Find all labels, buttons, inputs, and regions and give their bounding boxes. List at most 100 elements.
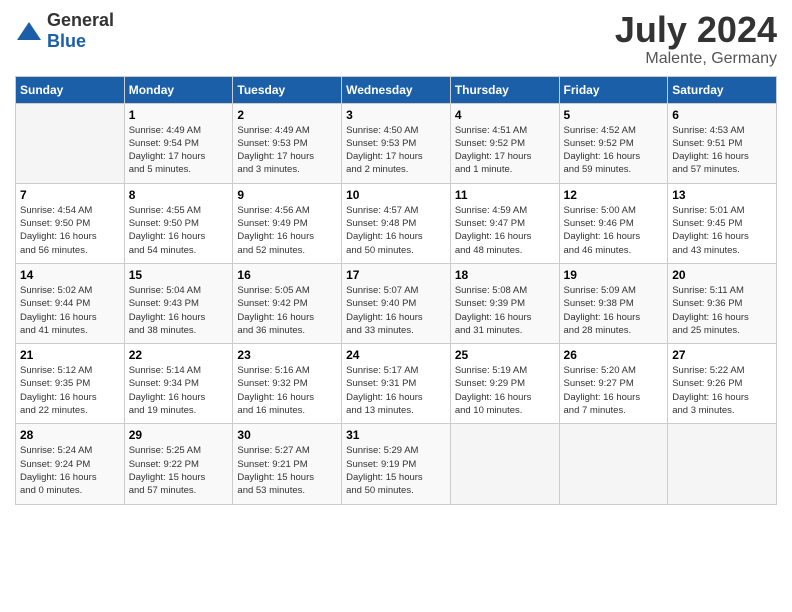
day-info: Sunrise: 4:59 AMSunset: 9:47 PMDaylight:… <box>455 204 555 257</box>
day-info: Sunrise: 4:52 AMSunset: 9:52 PMDaylight:… <box>564 124 664 177</box>
day-number: 1 <box>129 108 229 122</box>
calendar-week-row: 28 Sunrise: 5:24 AMSunset: 9:24 PMDayligh… <box>16 424 777 504</box>
day-number: 3 <box>346 108 446 122</box>
day-number: 19 <box>564 268 664 282</box>
calendar-cell: 18Sunrise: 5:08 AMSunset: 9:39 PMDayligh… <box>450 263 559 343</box>
day-info: Sunrise: 5:24 AMSunset: 9:24 PMDaylight:… <box>20 444 120 497</box>
calendar-cell: 27 Sunrise: 5:22 AMSunset: 9:26 PMDayligh… <box>668 344 777 424</box>
day-number: 9 <box>237 188 337 202</box>
day-number: 14 <box>20 268 120 282</box>
calendar-cell: 20 Sunrise: 5:11 AMSunset: 9:36 PMDayligh… <box>668 263 777 343</box>
day-number: 20 <box>672 268 772 282</box>
calendar-cell: 5 Sunrise: 4:52 AMSunset: 9:52 PMDaylight… <box>559 103 668 183</box>
day-number: 6 <box>672 108 772 122</box>
logo: General Blue <box>15 10 114 52</box>
calendar-cell: 24 Sunrise: 5:17 AMSunset: 9:31 PMDayligh… <box>342 344 451 424</box>
day-info: Sunrise: 5:17 AMSunset: 9:31 PMDaylight:… <box>346 364 446 417</box>
day-info: Sunrise: 5:02 AMSunset: 9:44 PMDaylight:… <box>20 284 120 337</box>
calendar-cell <box>16 103 125 183</box>
day-number: 2 <box>237 108 337 122</box>
calendar-cell: 6 Sunrise: 4:53 AMSunset: 9:51 PMDaylight… <box>668 103 777 183</box>
calendar-week-row: 21Sunrise: 5:12 AMSunset: 9:35 PMDayligh… <box>16 344 777 424</box>
day-number: 16 <box>237 268 337 282</box>
header-saturday: Saturday <box>668 76 777 103</box>
calendar-cell: 22 Sunrise: 5:14 AMSunset: 9:34 PMDayligh… <box>124 344 233 424</box>
day-info: Sunrise: 5:20 AMSunset: 9:27 PMDaylight:… <box>564 364 664 417</box>
calendar-cell: 7 Sunrise: 4:54 AMSunset: 9:50 PMDaylight… <box>16 183 125 263</box>
page-header: General Blue July 2024 Malente, Germany <box>15 10 777 68</box>
day-info: Sunrise: 4:49 AMSunset: 9:53 PMDaylight:… <box>237 124 337 177</box>
calendar-cell: 26 Sunrise: 5:20 AMSunset: 9:27 PMDayligh… <box>559 344 668 424</box>
day-number: 25 <box>455 348 555 362</box>
day-info: Sunrise: 5:29 AMSunset: 9:19 PMDaylight:… <box>346 444 446 497</box>
day-info: Sunrise: 5:14 AMSunset: 9:34 PMDaylight:… <box>129 364 229 417</box>
day-number: 4 <box>455 108 555 122</box>
day-info: Sunrise: 5:00 AMSunset: 9:46 PMDaylight:… <box>564 204 664 257</box>
header-sunday: Sunday <box>16 76 125 103</box>
day-info: Sunrise: 5:11 AMSunset: 9:36 PMDaylight:… <box>672 284 772 337</box>
location-subtitle: Malente, Germany <box>615 50 777 68</box>
calendar-week-row: 14 Sunrise: 5:02 AMSunset: 9:44 PMDayligh… <box>16 263 777 343</box>
day-info: Sunrise: 4:53 AMSunset: 9:51 PMDaylight:… <box>672 124 772 177</box>
day-info: Sunrise: 5:12 AMSunset: 9:35 PMDaylight:… <box>20 364 120 417</box>
day-info: Sunrise: 5:08 AMSunset: 9:39 PMDaylight:… <box>455 284 555 337</box>
day-number: 28 <box>20 428 120 442</box>
logo-text: General Blue <box>47 10 114 52</box>
day-number: 27 <box>672 348 772 362</box>
day-number: 26 <box>564 348 664 362</box>
calendar-cell: 30 Sunrise: 5:27 AMSunset: 9:21 PMDayligh… <box>233 424 342 504</box>
calendar-week-row: 7 Sunrise: 4:54 AMSunset: 9:50 PMDaylight… <box>16 183 777 263</box>
title-block: July 2024 Malente, Germany <box>615 10 777 68</box>
day-info: Sunrise: 4:51 AMSunset: 9:52 PMDaylight:… <box>455 124 555 177</box>
header-friday: Friday <box>559 76 668 103</box>
calendar-cell: 12 Sunrise: 5:00 AMSunset: 9:46 PMDayligh… <box>559 183 668 263</box>
logo-blue: Blue <box>47 31 86 51</box>
day-number: 24 <box>346 348 446 362</box>
month-year-title: July 2024 <box>615 10 777 50</box>
day-number: 31 <box>346 428 446 442</box>
day-info: Sunrise: 5:04 AMSunset: 9:43 PMDaylight:… <box>129 284 229 337</box>
calendar-cell: 9 Sunrise: 4:56 AMSunset: 9:49 PMDaylight… <box>233 183 342 263</box>
header-tuesday: Tuesday <box>233 76 342 103</box>
day-info: Sunrise: 4:54 AMSunset: 9:50 PMDaylight:… <box>20 204 120 257</box>
calendar-cell: 15 Sunrise: 5:04 AMSunset: 9:43 PMDayligh… <box>124 263 233 343</box>
day-number: 5 <box>564 108 664 122</box>
header-thursday: Thursday <box>450 76 559 103</box>
day-info: Sunrise: 4:57 AMSunset: 9:48 PMDaylight:… <box>346 204 446 257</box>
calendar-cell <box>559 424 668 504</box>
calendar-cell: 13 Sunrise: 5:01 AMSunset: 9:45 PMDayligh… <box>668 183 777 263</box>
day-info: Sunrise: 4:55 AMSunset: 9:50 PMDaylight:… <box>129 204 229 257</box>
calendar-cell: 8 Sunrise: 4:55 AMSunset: 9:50 PMDaylight… <box>124 183 233 263</box>
day-number: 13 <box>672 188 772 202</box>
calendar-cell: 1Sunrise: 4:49 AMSunset: 9:54 PMDaylight… <box>124 103 233 183</box>
day-number: 22 <box>129 348 229 362</box>
day-number: 7 <box>20 188 120 202</box>
day-info: Sunrise: 4:56 AMSunset: 9:49 PMDaylight:… <box>237 204 337 257</box>
day-number: 30 <box>237 428 337 442</box>
day-info: Sunrise: 5:05 AMSunset: 9:42 PMDaylight:… <box>237 284 337 337</box>
day-info: Sunrise: 5:16 AMSunset: 9:32 PMDaylight:… <box>237 364 337 417</box>
day-number: 12 <box>564 188 664 202</box>
day-info: Sunrise: 5:22 AMSunset: 9:26 PMDaylight:… <box>672 364 772 417</box>
calendar-cell <box>450 424 559 504</box>
day-number: 15 <box>129 268 229 282</box>
calendar-cell: 31 Sunrise: 5:29 AMSunset: 9:19 PMDayligh… <box>342 424 451 504</box>
day-number: 8 <box>129 188 229 202</box>
calendar-cell: 11 Sunrise: 4:59 AMSunset: 9:47 PMDayligh… <box>450 183 559 263</box>
calendar-cell <box>668 424 777 504</box>
day-info: Sunrise: 5:01 AMSunset: 9:45 PMDaylight:… <box>672 204 772 257</box>
calendar-cell: 23Sunrise: 5:16 AMSunset: 9:32 PMDayligh… <box>233 344 342 424</box>
day-info: Sunrise: 5:27 AMSunset: 9:21 PMDaylight:… <box>237 444 337 497</box>
calendar-cell: 3 Sunrise: 4:50 AMSunset: 9:53 PMDaylight… <box>342 103 451 183</box>
calendar-cell: 4 Sunrise: 4:51 AMSunset: 9:52 PMDaylight… <box>450 103 559 183</box>
logo-icon <box>15 20 43 42</box>
day-info: Sunrise: 4:50 AMSunset: 9:53 PMDaylight:… <box>346 124 446 177</box>
calendar-cell: 14 Sunrise: 5:02 AMSunset: 9:44 PMDayligh… <box>16 263 125 343</box>
calendar-header-row: SundayMondayTuesdayWednesdayThursdayFrid… <box>16 76 777 103</box>
day-info: Sunrise: 5:07 AMSunset: 9:40 PMDaylight:… <box>346 284 446 337</box>
day-number: 10 <box>346 188 446 202</box>
calendar-cell: 10 Sunrise: 4:57 AMSunset: 9:48 PMDayligh… <box>342 183 451 263</box>
calendar-cell: 28 Sunrise: 5:24 AMSunset: 9:24 PMDayligh… <box>16 424 125 504</box>
day-number: 11 <box>455 188 555 202</box>
calendar-table: SundayMondayTuesdayWednesdayThursdayFrid… <box>15 76 777 505</box>
